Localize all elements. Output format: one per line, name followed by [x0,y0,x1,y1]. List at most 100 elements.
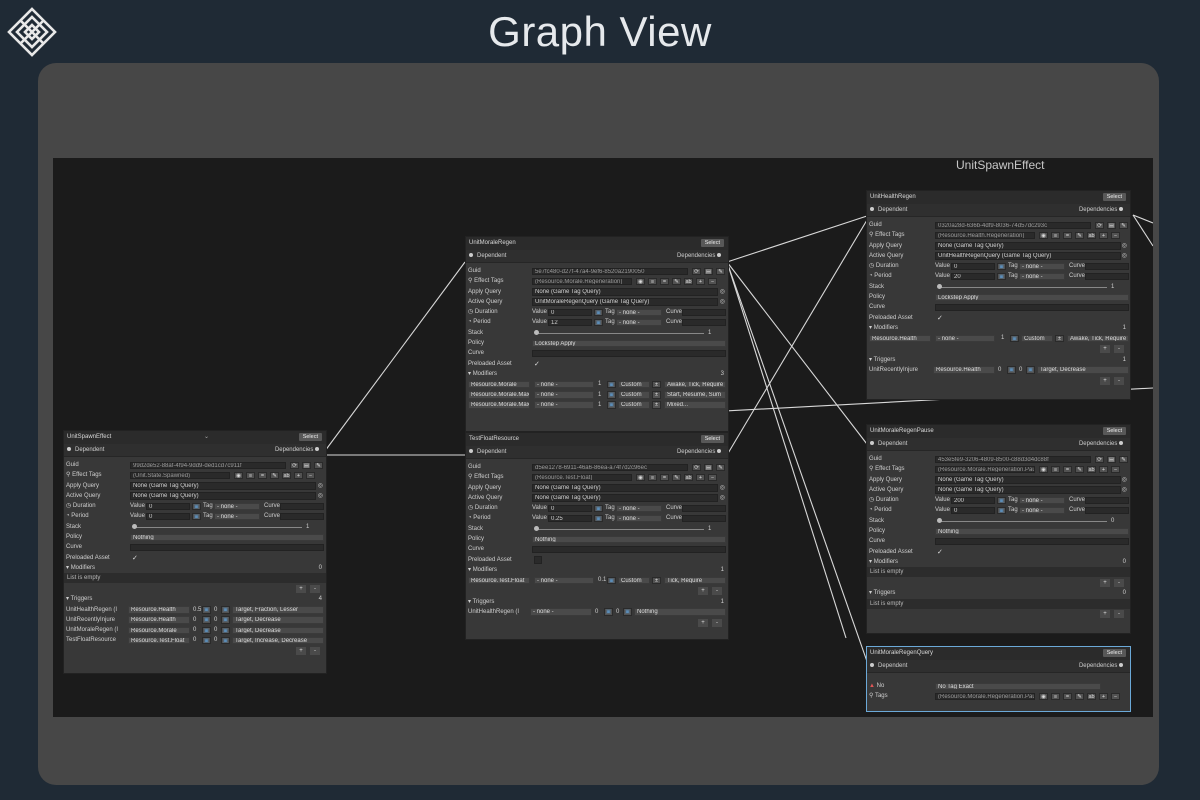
triggers-count[interactable]: 1 [1123,355,1126,365]
tag-toggle-icon[interactable]: ▣ [594,318,603,327]
period-value[interactable]: 12 [548,318,592,327]
stack-slider-knob[interactable] [534,330,539,336]
tag-toggle-icon[interactable]: ▣ [623,608,632,616]
modifier-action-dropdown[interactable]: Awake, Tick, Require [1067,334,1129,343]
tag-toggle-icon[interactable]: ▣ [221,636,230,645]
guid-field[interactable]: 0320a28d-636b-4df9-8036-74d57dc293c [935,221,1091,229]
curve-field[interactable] [532,545,726,554]
ab-icon[interactable]: ab [1087,231,1096,240]
modifiers-foldout[interactable]: ▾ Modifiers [468,369,497,379]
minus-icon[interactable]: − [1111,692,1120,701]
plus-icon[interactable]: + [696,277,705,286]
effect-tags-field[interactable]: (Resource.Morale.Regeneration.Pause) [935,465,1035,474]
modifier-source-dropdown[interactable]: - none - [534,380,594,389]
modifiers-count[interactable]: 0 [1123,557,1126,567]
apply-query-field[interactable]: None (Game Tag Query) [532,288,718,296]
node-test-float-resource[interactable]: TestFloatResource Select Dependent Depende… [465,432,729,640]
edit-icon[interactable]: ✎ [1075,231,1084,240]
dependencies-port[interactable]: Dependencies [1079,438,1127,451]
duration-value[interactable]: 0 [548,308,592,317]
target-icon[interactable]: ◎ [720,287,725,297]
dependent-port[interactable]: Dependent [67,444,104,457]
triggers-count[interactable]: 4 [319,594,322,604]
dependencies-port[interactable]: Dependencies [1079,204,1127,217]
modifier-source-dropdown[interactable]: - none - [534,391,594,399]
operator-icon[interactable]: ± [652,401,661,409]
operator-icon[interactable]: ± [652,380,661,389]
select-button[interactable]: Select [700,239,724,247]
view-icon[interactable]: ◉ [636,277,645,286]
ab-icon[interactable]: ab [684,277,693,286]
edit-icon[interactable]: ✎ [1075,465,1084,474]
node-unit-morale-regen-pause[interactable]: UnitMoraleRegenPause Select Dependent Depe… [866,424,1131,634]
modifiers-count[interactable]: 0 [319,563,322,573]
policy-dropdown[interactable]: Lockstep Apply [935,293,1129,302]
operator-icon[interactable]: ± [652,576,661,585]
guid-field[interactable]: 5e7fc480-d27f-47a4-9ef6-8520a2190050 [532,267,688,275]
stack-value[interactable]: 1 [306,522,309,532]
minus-icon[interactable]: − [306,471,315,480]
view-icon[interactable]: ◉ [1039,231,1048,240]
select-button[interactable]: Select [1102,427,1126,435]
save-icon[interactable]: ▤ [704,463,713,471]
node-header[interactable]: UnitSpawnEffect ⌄ Select [64,431,326,444]
dependencies-port[interactable]: Dependencies [677,446,725,459]
select-button[interactable]: Select [700,435,724,443]
refresh-icon[interactable]: ⟳ [1095,455,1104,463]
tag-toggle-icon[interactable]: ▣ [604,608,613,616]
query-mode-dropdown[interactable]: No Tag Exact [935,682,1101,690]
stack-slider-knob[interactable] [534,526,539,532]
node-header[interactable]: UnitMoraleRegenPause Select [867,425,1130,438]
tag-toggle-icon[interactable]: ▣ [607,401,616,409]
target-icon[interactable]: ◎ [1122,251,1127,261]
active-query-field[interactable]: None (Game Tag Query) [532,494,718,502]
period-value[interactable]: 0 [951,506,995,515]
tag-toggle-icon[interactable]: ▣ [221,626,230,635]
modifiers-count[interactable]: 1 [1123,323,1126,333]
view-icon[interactable]: ◉ [1039,692,1048,701]
tag-toggle-icon[interactable]: ▣ [997,262,1006,271]
save-icon[interactable]: ▤ [302,461,311,469]
tag-toggle-icon[interactable]: ▣ [607,391,616,399]
tag-toggle-icon[interactable]: ▣ [997,506,1006,515]
operator-icon[interactable]: ± [652,391,661,399]
node-header[interactable]: UnitMoraleRegenQuery Select [867,647,1130,660]
node-unit-morale-regen-query[interactable]: UnitMoraleRegenQuery Select Dependent Depe… [866,646,1131,712]
duration-curve-field[interactable] [682,504,726,513]
equal-icon[interactable]: = [660,277,669,286]
period-tag-dropdown[interactable]: - none - [1019,272,1065,281]
add-modifier-button[interactable]: + [698,587,708,596]
dependent-port[interactable]: Dependent [870,660,907,673]
remove-trigger-button[interactable]: - [1114,610,1124,619]
equal-icon[interactable]: = [1063,231,1072,240]
list-icon[interactable]: ≡ [648,277,657,286]
target-icon[interactable]: ◎ [1122,475,1127,485]
refresh-icon[interactable]: ⟳ [692,463,701,471]
stack-slider[interactable] [939,520,1107,522]
duration-curve-field[interactable] [280,502,324,511]
modifier-tag-dropdown[interactable]: Resource.Morale.Max [468,391,530,399]
modifier-action-dropdown[interactable]: Mixed... [664,401,726,409]
modifier-tag-dropdown[interactable]: Resource.Morale [468,380,530,389]
dependent-port[interactable]: Dependent [870,438,907,451]
plus-icon[interactable]: + [696,473,705,482]
tag-toggle-icon[interactable]: ▣ [202,636,211,645]
modifier-type-dropdown[interactable]: Custom [618,391,650,399]
target-icon[interactable]: ◎ [720,483,725,493]
modifier-tag-dropdown[interactable]: Resource.Morale.Max [468,401,530,409]
modifier-source-dropdown[interactable]: - none - [935,334,995,343]
active-query-field[interactable]: None (Game Tag Query) [935,486,1121,494]
tag-toggle-icon[interactable]: ▣ [1010,334,1019,343]
duration-tag-dropdown[interactable]: - none - [616,504,662,513]
period-curve-field[interactable] [1085,506,1129,515]
active-query-field[interactable]: UnitMoraleRegenQuery (Game Tag Query) [532,298,718,306]
curve-field[interactable] [532,349,726,358]
effect-tags-field[interactable]: (Resource.Morale.Regeneration) [532,277,632,286]
period-tag-dropdown[interactable]: - none - [616,514,662,523]
guid-field[interactable]: d5ee1278-6911-46a6-86ea-a74f7d2c96ec [532,463,688,471]
policy-dropdown[interactable]: Lockstep Apply [532,339,726,348]
plus-icon[interactable]: + [1099,692,1108,701]
edit-icon[interactable]: ✎ [716,463,725,471]
curve-field[interactable] [130,543,324,552]
ab-icon[interactable]: ab [1087,465,1096,474]
